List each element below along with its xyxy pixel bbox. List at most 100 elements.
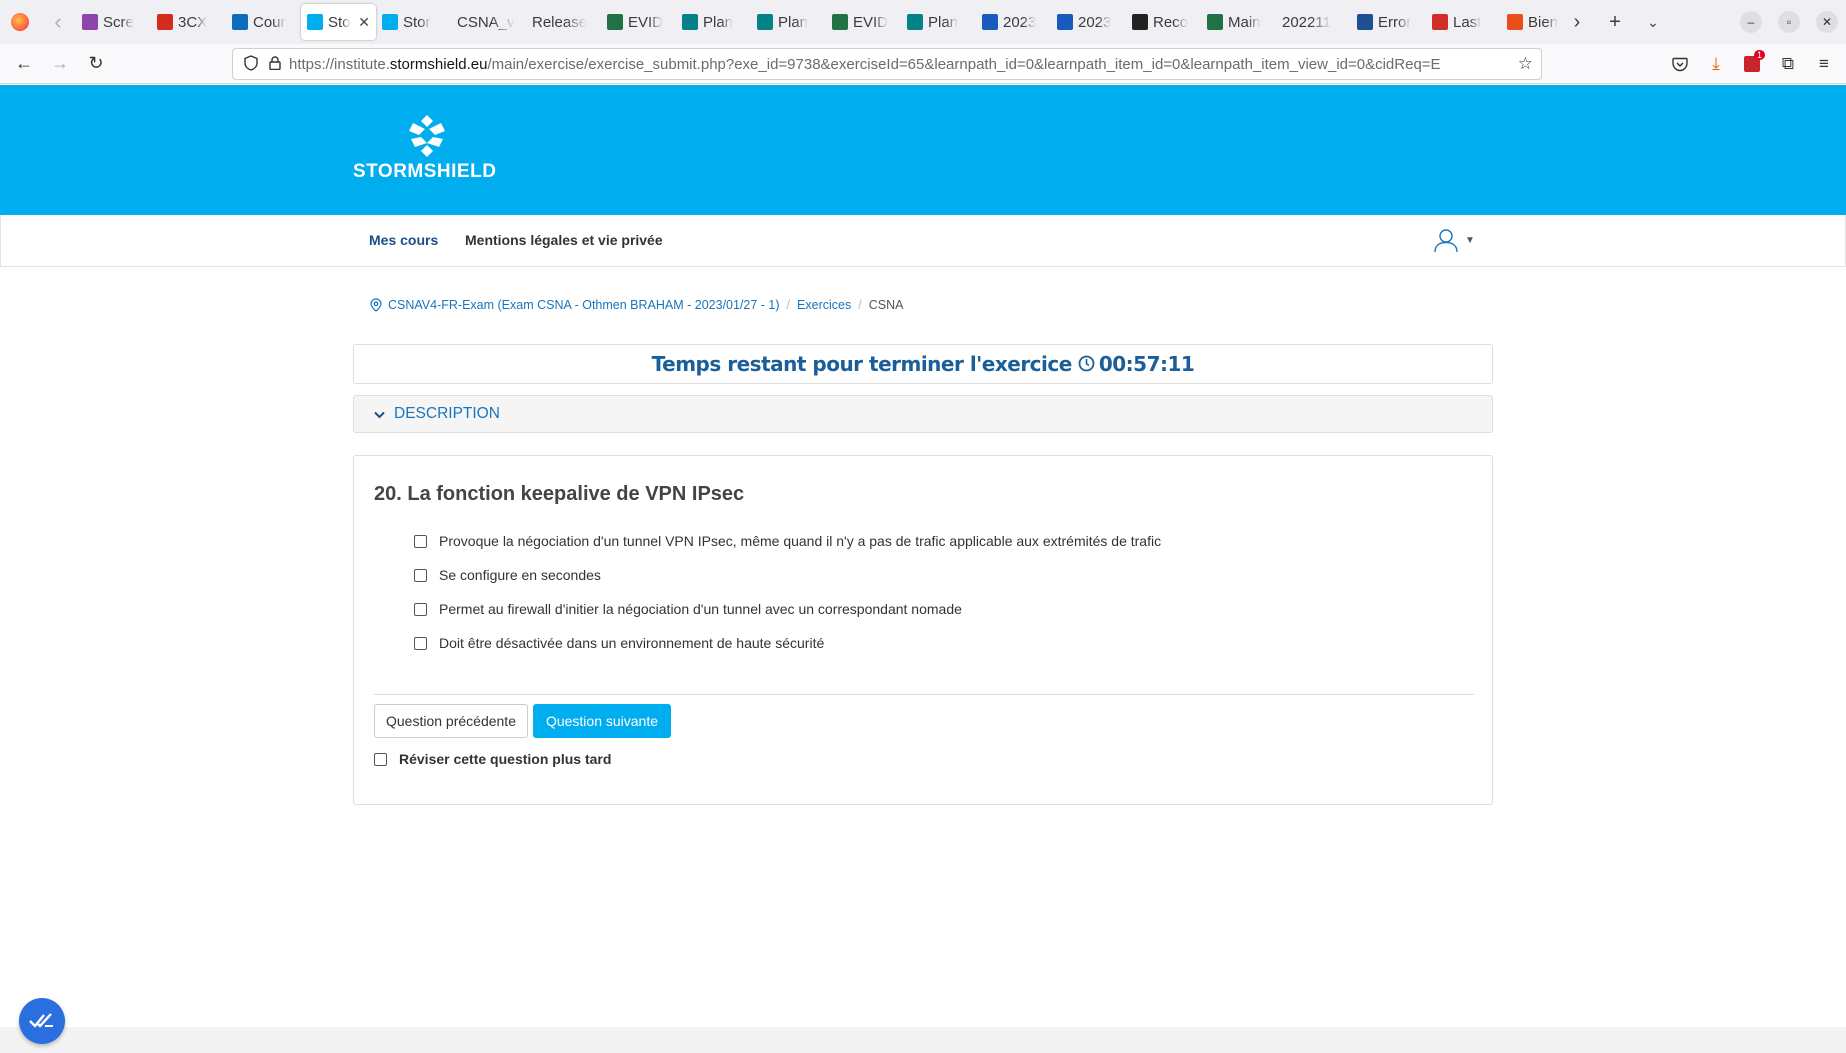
tab-title: 202211 — [1282, 13, 1331, 31]
forward-icon[interactable]: → — [42, 48, 78, 80]
browser-tab[interactable]: Error — [1351, 4, 1426, 40]
page-content: STORMSHIELD Mes cours Mentions légales e… — [0, 85, 1846, 1053]
pocket-icon[interactable] — [1662, 44, 1698, 84]
browser-tab[interactable]: 3CX — [151, 4, 226, 40]
lock-icon[interactable] — [265, 55, 285, 73]
stormshield-logo[interactable]: STORMSHIELD — [353, 113, 503, 183]
menu-my-courses[interactable]: Mes cours — [369, 232, 438, 248]
browser-tab[interactable]: Sto ✕ — [301, 4, 376, 40]
divider — [374, 694, 1474, 695]
next-question-button[interactable]: Question suivante — [533, 704, 671, 738]
description-panel-toggle[interactable]: DESCRIPTION — [353, 395, 1493, 433]
browser-tab[interactable]: Scre — [76, 4, 151, 40]
url-text[interactable]: https://institute.stormshield.eu/main/ex… — [289, 56, 1512, 73]
stormshield-logo-icon — [409, 115, 445, 157]
tab-title: Bien — [1528, 13, 1559, 31]
site-header: STORMSHIELD — [0, 85, 1846, 215]
app-menu-icon[interactable]: ≡ — [1806, 44, 1842, 84]
browser-tab[interactable]: 2023 — [1051, 4, 1126, 40]
tab-title: CSNA_v — [457, 13, 515, 31]
downloads-icon[interactable]: ⤓ — [1698, 44, 1734, 84]
bookmark-star-icon[interactable]: ☆ — [1518, 54, 1533, 74]
feather-icon — [82, 14, 98, 30]
tab-title: Last — [1453, 13, 1482, 31]
answer-label: Se configure en secondes — [439, 567, 601, 583]
question-panel: 20. La fonction keepalive de VPN IPsec P… — [353, 455, 1493, 805]
browser-tab[interactable]: Reco — [1126, 4, 1201, 40]
extension-lastpass-icon[interactable]: 1 — [1734, 44, 1770, 84]
answer-label: Provoque la négociation d'un tunnel VPN … — [439, 533, 1162, 549]
browser-tab[interactable]: EVID — [826, 4, 901, 40]
answer-option[interactable]: Se configure en secondes — [414, 558, 1161, 592]
browser-tab[interactable]: Release — [526, 4, 601, 40]
reload-icon[interactable]: ↻ — [78, 48, 114, 80]
answer-list: Provoque la négociation d'un tunnel VPN … — [414, 524, 1161, 660]
browser-tab[interactable]: 202211 — [1276, 4, 1351, 40]
restore-icon[interactable]: ▫ — [1778, 11, 1800, 33]
answer-option[interactable]: Doit être désactivée dans un environneme… — [414, 626, 1161, 660]
browser-tab[interactable]: 2023 — [976, 4, 1051, 40]
tab-title: Plan — [928, 13, 959, 31]
extensions-puzzle-icon[interactable]: ⧉ — [1770, 44, 1806, 84]
tab-scroll-left-icon[interactable]: ‹ — [40, 0, 76, 44]
answer-checkbox[interactable] — [414, 636, 427, 650]
shield-icon[interactable] — [241, 54, 261, 74]
stormshield-icon — [307, 14, 323, 30]
tab-strip: Scre 3CX Cour Sto ✕ Stor CSNA_v Release EVID Plan… — [76, 0, 1576, 44]
tab-scroll-right-icon[interactable]: › — [1558, 0, 1596, 44]
answer-option[interactable]: Permet au firewall d'initier la négociat… — [414, 592, 1161, 626]
previous-question-button[interactable]: Question précédente — [374, 704, 528, 738]
browser-tab[interactable]: Cour — [226, 4, 301, 40]
tab-title: Release — [532, 13, 588, 31]
word-icon — [1057, 14, 1073, 30]
tab-title: Plan — [778, 13, 809, 31]
new-tab-icon[interactable]: + — [1596, 0, 1634, 44]
word-icon — [982, 14, 998, 30]
menu-legal[interactable]: Mentions légales et vie privée — [465, 232, 663, 248]
accessibility-check-button[interactable] — [19, 998, 65, 1044]
url-path: /main/exercise/exercise_submit.php?exe_i… — [487, 55, 1441, 73]
browser-tab[interactable]: Last — [1426, 4, 1501, 40]
tab-title: 3CX — [178, 13, 208, 31]
review-later-checkbox[interactable] — [374, 752, 387, 766]
breadcrumb-exercises[interactable]: Exercices — [797, 298, 851, 312]
minimize-icon[interactable]: – — [1740, 11, 1762, 33]
close-tab-icon[interactable]: ✕ — [358, 14, 370, 31]
user-icon — [1434, 229, 1458, 253]
timer-label: Temps restant pour terminer l'exercice — [651, 352, 1073, 376]
project-icon — [607, 14, 623, 30]
toolbar-right: ⤓ 1 ⧉ ≡ — [1662, 44, 1846, 84]
project-icon — [832, 14, 848, 30]
tab-title: Plan — [703, 13, 734, 31]
tab-title: Cour — [253, 13, 286, 31]
main-menu: Mes cours Mentions légales et vie privée… — [0, 215, 1846, 267]
back-icon[interactable]: ← — [6, 48, 42, 80]
user-menu[interactable]: ▼ — [1433, 227, 1475, 253]
browser-tab[interactable]: Plan — [676, 4, 751, 40]
review-later-option[interactable]: Réviser cette question plus tard — [374, 751, 611, 767]
answer-checkbox[interactable] — [414, 602, 427, 616]
browser-tab[interactable]: Plan — [901, 4, 976, 40]
close-window-icon[interactable]: ✕ — [1816, 11, 1838, 33]
answer-option[interactable]: Provoque la négociation d'un tunnel VPN … — [414, 524, 1161, 558]
browser-tab[interactable]: Main — [1201, 4, 1276, 40]
timer-value: 00:57:11 — [1098, 352, 1195, 376]
url-domain: stormshield.eu — [389, 55, 488, 73]
answer-checkbox[interactable] — [414, 534, 427, 548]
list-all-tabs-icon[interactable]: ⌄ — [1634, 0, 1672, 44]
tab-bar-controls: › + ⌄ – ▫ ✕ — [1558, 0, 1846, 44]
browser-tab[interactable]: CSNA_v — [451, 4, 526, 40]
timer-text: Temps restant pour terminer l'exercice 00… — [652, 352, 1195, 376]
answer-checkbox[interactable] — [414, 568, 427, 582]
cx-icon — [1132, 14, 1148, 30]
browser-tab[interactable]: EVID — [601, 4, 676, 40]
breadcrumb: CSNAV4-FR-Exam (Exam CSNA - Othmen BRAHA… — [370, 298, 903, 312]
url-bar[interactable]: https://institute.stormshield.eu/main/ex… — [232, 48, 1542, 80]
url-prefix: https://institute. — [289, 55, 390, 73]
gauge-icon — [1507, 14, 1523, 30]
breadcrumb-course[interactable]: CSNAV4-FR-Exam (Exam CSNA - Othmen BRAHA… — [388, 298, 780, 312]
firefox-icon[interactable] — [0, 0, 40, 44]
clock-icon — [1078, 355, 1095, 372]
browser-tab[interactable]: Plan — [751, 4, 826, 40]
browser-tab[interactable]: Stor — [376, 4, 451, 40]
